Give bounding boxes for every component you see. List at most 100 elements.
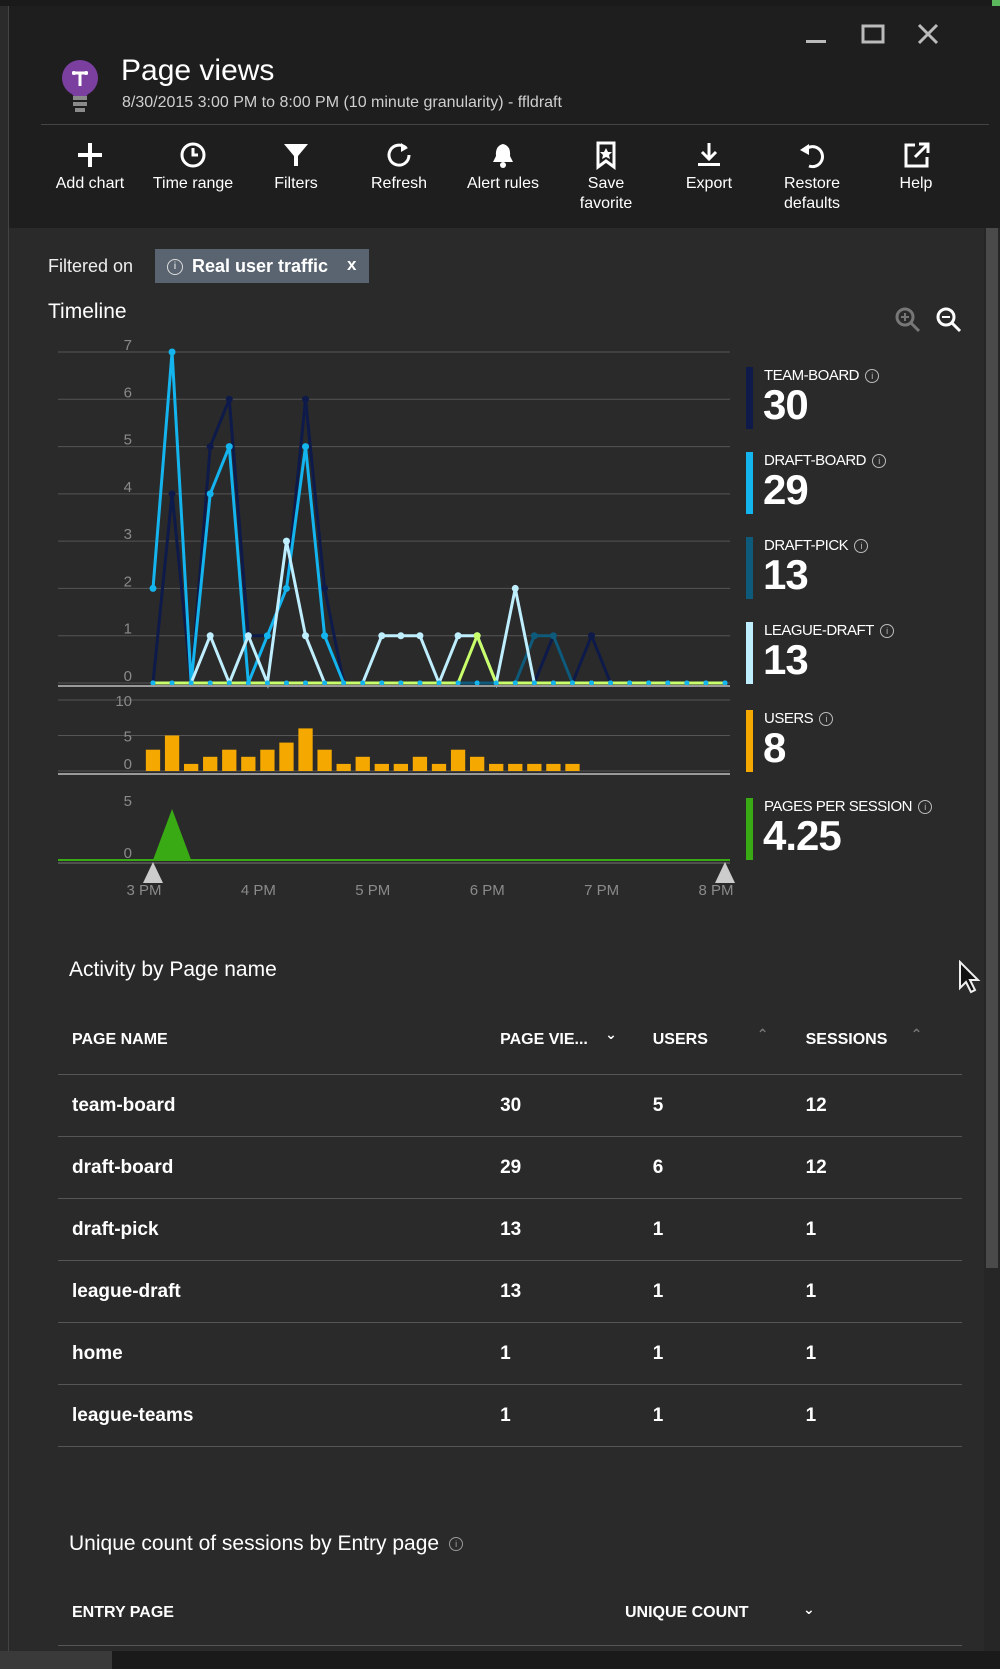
- table-row[interactable]: draft-board 29 6 12: [58, 1136, 962, 1199]
- data-point: [188, 680, 194, 686]
- cell-users: 1: [652, 1260, 806, 1323]
- data-point: [282, 537, 290, 545]
- data-point: [530, 632, 538, 640]
- data-point: [150, 680, 156, 686]
- data-point: [589, 680, 595, 686]
- data-point: [417, 680, 423, 686]
- bar: [374, 763, 389, 771]
- x-tick-label: 8 PM: [698, 882, 733, 899]
- cell-sessions: 1: [805, 1260, 962, 1323]
- info-icon: i: [854, 539, 869, 554]
- data-point: [168, 348, 176, 356]
- entry-section-title-text: Unique count of sessions by Entry page: [69, 1532, 440, 1555]
- data-point: [322, 680, 328, 686]
- column-header-entry-page[interactable]: ENTRY PAGE: [58, 1581, 625, 1646]
- data-point: [321, 584, 329, 592]
- legend-value: 4.25: [763, 812, 842, 859]
- x-tick-label: 4 PM: [241, 882, 276, 899]
- data-point: [207, 680, 213, 686]
- entry-section-title: Unique count of sessions by Entry page i: [69, 1532, 464, 1556]
- y-tick-label: 0: [124, 756, 132, 773]
- column-header-sessions[interactable]: SESSIONS ⌃: [805, 1006, 962, 1075]
- data-point: [321, 632, 329, 640]
- data-point: [302, 632, 310, 640]
- bar: [469, 756, 485, 771]
- x-tick-label: 7 PM: [584, 882, 619, 899]
- column-header-page-views[interactable]: PAGE VIE... ⌄: [500, 1006, 653, 1075]
- info-icon: i: [819, 712, 834, 727]
- cell-page-name: team-board: [58, 1074, 501, 1137]
- data-point: [263, 632, 271, 640]
- timeline-chart[interactable]: 765432101050503 PM 4 PM 5 PM 6 PM 7 PM 8 PM: [0, 0, 1000, 900]
- bar: [203, 756, 218, 771]
- data-point: [283, 680, 289, 686]
- data-point: [455, 680, 461, 686]
- table-row[interactable]: home 1 1 1: [58, 1322, 962, 1385]
- legend-value: 29: [763, 466, 809, 513]
- info-icon: i: [879, 624, 894, 639]
- column-header-users[interactable]: USERS ⌃: [652, 1006, 806, 1075]
- bar: [336, 763, 351, 771]
- data-point: [244, 632, 252, 640]
- data-point: [722, 680, 728, 686]
- bar: [431, 763, 447, 771]
- cell-sessions: 12: [805, 1074, 962, 1137]
- legend-value: 30: [763, 381, 809, 428]
- data-point: [149, 584, 157, 592]
- data-point: [302, 443, 310, 451]
- sort-descending-icon: ⌄: [605, 1026, 617, 1042]
- legend-color-bar: [746, 537, 753, 599]
- data-point: [569, 680, 575, 686]
- cell-page-views: 30: [500, 1074, 653, 1137]
- info-icon: i: [449, 1537, 464, 1552]
- activity-section-title: Activity by Page name: [69, 958, 277, 981]
- bar: [489, 763, 504, 771]
- table-header-row: PAGE NAME PAGE VIE... ⌄ USERS ⌃ SESSIONS ⌃: [58, 1006, 962, 1075]
- bar: [164, 735, 180, 771]
- legend-color-bar: [746, 367, 753, 429]
- cell-users: 6: [652, 1136, 806, 1199]
- data-point: [379, 680, 385, 686]
- column-header-unique-count[interactable]: UNIQUE COUNT ⌄: [624, 1581, 962, 1646]
- y-tick-label: 5: [124, 729, 132, 746]
- data-point: [397, 632, 405, 640]
- data-point: [303, 680, 309, 686]
- legend-color-bar: [746, 798, 753, 860]
- legend-value: 13: [763, 551, 809, 598]
- table-row[interactable]: league-teams 1 1 1: [58, 1384, 962, 1447]
- bar: [546, 763, 561, 771]
- column-header-label: USERS: [652, 1031, 708, 1048]
- horizontal-scrollbar-thumb[interactable]: [0, 1651, 112, 1669]
- column-header-label: SESSIONS: [805, 1031, 888, 1048]
- table-row[interactable]: draft-pick 13 1 1: [58, 1198, 962, 1261]
- data-point: [703, 680, 709, 686]
- data-point: [493, 680, 499, 686]
- data-point: [264, 680, 270, 686]
- bar: [279, 742, 294, 771]
- table-row[interactable]: team-board 30 5 12: [58, 1074, 962, 1137]
- cell-page-name: draft-pick: [58, 1198, 501, 1261]
- bar: [145, 749, 161, 771]
- cell-page-views: 1: [500, 1322, 653, 1385]
- column-header-label: UNIQUE COUNT: [624, 1604, 749, 1621]
- horizontal-scrollbar[interactable]: [0, 1651, 1000, 1669]
- table-row[interactable]: league-draft 13 1 1: [58, 1260, 962, 1323]
- data-point: [398, 680, 404, 686]
- legend-color-bar: [746, 710, 753, 772]
- bar: [317, 749, 332, 771]
- data-point: [454, 632, 462, 640]
- cell-sessions: 1: [805, 1198, 962, 1261]
- y-tick-label: 10: [115, 693, 132, 710]
- cell-page-name: draft-board: [58, 1136, 501, 1199]
- cell-sessions: 1: [805, 1384, 962, 1447]
- sort-ascending-icon: ⌃: [756, 1026, 769, 1042]
- bar: [527, 763, 542, 771]
- sort-descending-icon: ⌄: [802, 1601, 815, 1617]
- column-header-page-name[interactable]: PAGE NAME: [58, 1006, 501, 1075]
- y-tick-label: 6: [124, 384, 132, 401]
- y-tick-label: 1: [124, 621, 132, 638]
- data-point: [627, 680, 633, 686]
- bar: [222, 749, 237, 771]
- cell-users: 1: [652, 1198, 806, 1261]
- data-point: [206, 443, 214, 451]
